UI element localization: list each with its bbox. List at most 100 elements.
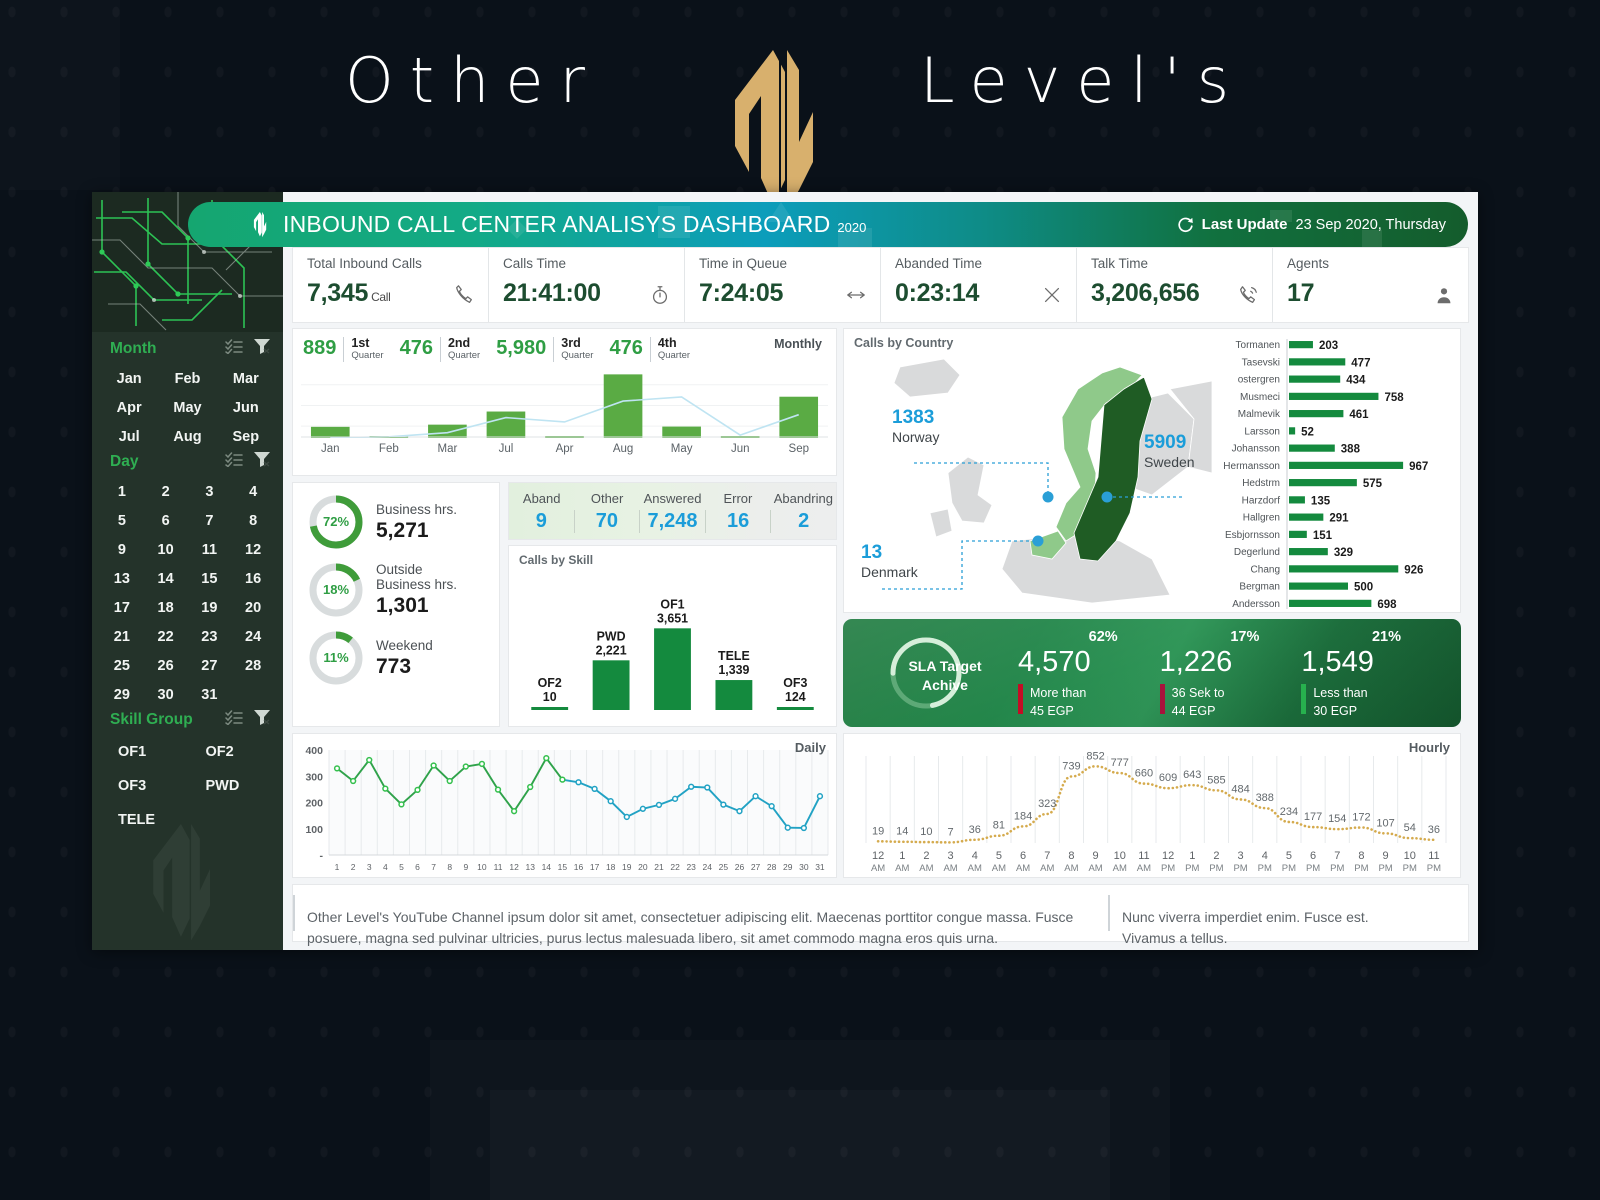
daily-point bbox=[478, 760, 486, 768]
filter-option-of3[interactable]: OF3 bbox=[100, 769, 188, 803]
filter-option-6[interactable]: 6 bbox=[144, 506, 188, 535]
daily-point bbox=[591, 785, 598, 792]
filter-option-26[interactable]: 26 bbox=[144, 651, 188, 680]
hourly-value-label: 234 bbox=[1280, 806, 1298, 818]
monthly-x-label: Aug bbox=[612, 443, 634, 455]
map-marker-1[interactable] bbox=[1101, 491, 1113, 503]
filter-option-8[interactable]: 8 bbox=[231, 506, 275, 535]
hourly-value-label: 777 bbox=[1111, 757, 1129, 769]
filter-option-24[interactable]: 24 bbox=[231, 622, 275, 651]
clear-filter-icon[interactable] bbox=[253, 451, 271, 467]
filter-option-25[interactable]: 25 bbox=[100, 651, 144, 680]
clear-filter-icon[interactable] bbox=[253, 338, 271, 354]
quarter-summary-row: 889 1st Quarter 476 2nd Quarter 5,980 3rd Quarte… bbox=[293, 329, 836, 362]
filter-option-19[interactable]: 19 bbox=[188, 593, 232, 622]
quarter-label-wrap: 2nd Quarter bbox=[447, 337, 481, 362]
hourly-x-hour: 8 bbox=[1358, 850, 1364, 862]
filter-option-2[interactable]: 2 bbox=[144, 477, 188, 506]
monthly-x-label: Feb bbox=[378, 443, 399, 455]
filter-option-tele[interactable]: TELE bbox=[100, 803, 188, 837]
filter-option-may[interactable]: May bbox=[158, 393, 216, 422]
filter-option-15[interactable]: 15 bbox=[188, 564, 232, 593]
agent-bar bbox=[1289, 548, 1328, 556]
filter-option-23[interactable]: 23 bbox=[188, 622, 232, 651]
daily-point bbox=[623, 813, 630, 821]
filter-option-1[interactable]: 1 bbox=[100, 477, 144, 506]
filter-option-of1[interactable]: OF1 bbox=[100, 735, 188, 769]
sla-sub-lines: Less than 30 EGP bbox=[1313, 684, 1367, 720]
filter-option-22[interactable]: 22 bbox=[144, 622, 188, 651]
filter-option-18[interactable]: 18 bbox=[144, 593, 188, 622]
filter-option-28[interactable]: 28 bbox=[231, 651, 275, 680]
monthly-x-label: Sep bbox=[788, 443, 810, 455]
daily-point bbox=[575, 779, 582, 786]
agent-bar bbox=[1289, 582, 1348, 590]
hourly-value-label: 609 bbox=[1159, 772, 1177, 784]
refresh-icon[interactable] bbox=[1177, 216, 1194, 233]
filter-option-17[interactable]: 17 bbox=[100, 593, 144, 622]
donut-row-0: 72% Business hrs. 5,271 bbox=[293, 483, 499, 551]
outcome-value: 16 bbox=[706, 510, 772, 533]
filter-option-27[interactable]: 27 bbox=[188, 651, 232, 680]
agent-value: 698 bbox=[1377, 599, 1397, 611]
filter-option-4[interactable]: 4 bbox=[231, 477, 275, 506]
kpi-card-1: Calls Time 21:41:00 bbox=[489, 248, 685, 322]
filter-option-9[interactable]: 9 bbox=[100, 535, 144, 564]
multiselect-icon[interactable] bbox=[225, 451, 243, 467]
hourly-x-meridiem: PM bbox=[1185, 863, 1199, 874]
filter-option-feb[interactable]: Feb bbox=[158, 364, 216, 393]
filter-option-mar[interactable]: Mar bbox=[217, 364, 275, 393]
filter-option-7[interactable]: 7 bbox=[188, 506, 232, 535]
sla-tick-marker bbox=[1018, 684, 1023, 714]
donut-row-1: 18% Outside Business hrs. 1,301 bbox=[293, 551, 499, 619]
hourly-x-hour: 4 bbox=[1262, 850, 1268, 862]
filter-option-5[interactable]: 5 bbox=[100, 506, 144, 535]
filter-option-11[interactable]: 11 bbox=[188, 535, 232, 564]
sla-sub-lines: 36 Sek to 44 EGP bbox=[1172, 684, 1225, 720]
filter-option-jan[interactable]: Jan bbox=[100, 364, 158, 393]
quarter-label: Quarter bbox=[447, 350, 481, 361]
daily-point bbox=[543, 754, 550, 762]
filter-option-aug[interactable]: Aug bbox=[158, 422, 216, 451]
filter-option-3[interactable]: 3 bbox=[188, 477, 232, 506]
multiselect-icon[interactable] bbox=[225, 709, 243, 725]
outcome-header: Abandring bbox=[773, 491, 833, 506]
daily-x-label: 7 bbox=[431, 862, 436, 872]
multiselect-icon[interactable] bbox=[225, 338, 243, 354]
daily-y-tick: 100 bbox=[305, 824, 323, 836]
filter-option-apr[interactable]: Apr bbox=[100, 393, 158, 422]
sla-percent: 21% bbox=[1371, 629, 1402, 645]
map-marker-2[interactable] bbox=[1032, 535, 1044, 547]
filter-option-31[interactable]: 31 bbox=[188, 680, 232, 709]
filter-option-jun[interactable]: Jun bbox=[217, 393, 275, 422]
filter-option-21[interactable]: 21 bbox=[100, 622, 144, 651]
clear-filter-icon[interactable] bbox=[253, 709, 271, 725]
filter-option-sep[interactable]: Sep bbox=[217, 422, 275, 451]
quarter-value: 476 bbox=[399, 337, 433, 359]
filter-option-14[interactable]: 14 bbox=[144, 564, 188, 593]
hourly-x-meridiem: AM bbox=[1137, 863, 1151, 874]
sla-sub-line2: 44 EGP bbox=[1171, 704, 1216, 718]
filter-option-16[interactable]: 16 bbox=[231, 564, 275, 593]
hourly-value-label: 323 bbox=[1038, 798, 1056, 810]
quarter-value: 5,980 bbox=[496, 337, 547, 359]
map-marker-0[interactable] bbox=[1042, 491, 1054, 503]
filter-option-13[interactable]: 13 bbox=[100, 564, 144, 593]
hourly-value-label: 154 bbox=[1328, 813, 1346, 825]
filter-option-20[interactable]: 20 bbox=[231, 593, 275, 622]
filter-option-jul[interactable]: Jul bbox=[100, 422, 158, 451]
hourly-value-label: 36 bbox=[969, 824, 981, 836]
filter-option-of2[interactable]: OF2 bbox=[188, 735, 276, 769]
hourly-x-meridiem: PM bbox=[1258, 863, 1272, 874]
hourly-x-hour: 2 bbox=[1213, 850, 1219, 862]
hourly-x-meridiem: AM bbox=[968, 863, 982, 874]
daily-x-label: 1 bbox=[335, 862, 340, 872]
quarter-value: 476 bbox=[609, 337, 643, 359]
filter-option-pwd[interactable]: PWD bbox=[188, 769, 276, 803]
filter-option-12[interactable]: 12 bbox=[231, 535, 275, 564]
filter-option-29[interactable]: 29 bbox=[100, 680, 144, 709]
filter-option-10[interactable]: 10 bbox=[144, 535, 188, 564]
filter-icons bbox=[225, 451, 271, 467]
agent-name: Hallgren bbox=[1243, 513, 1280, 524]
filter-option-30[interactable]: 30 bbox=[144, 680, 188, 709]
